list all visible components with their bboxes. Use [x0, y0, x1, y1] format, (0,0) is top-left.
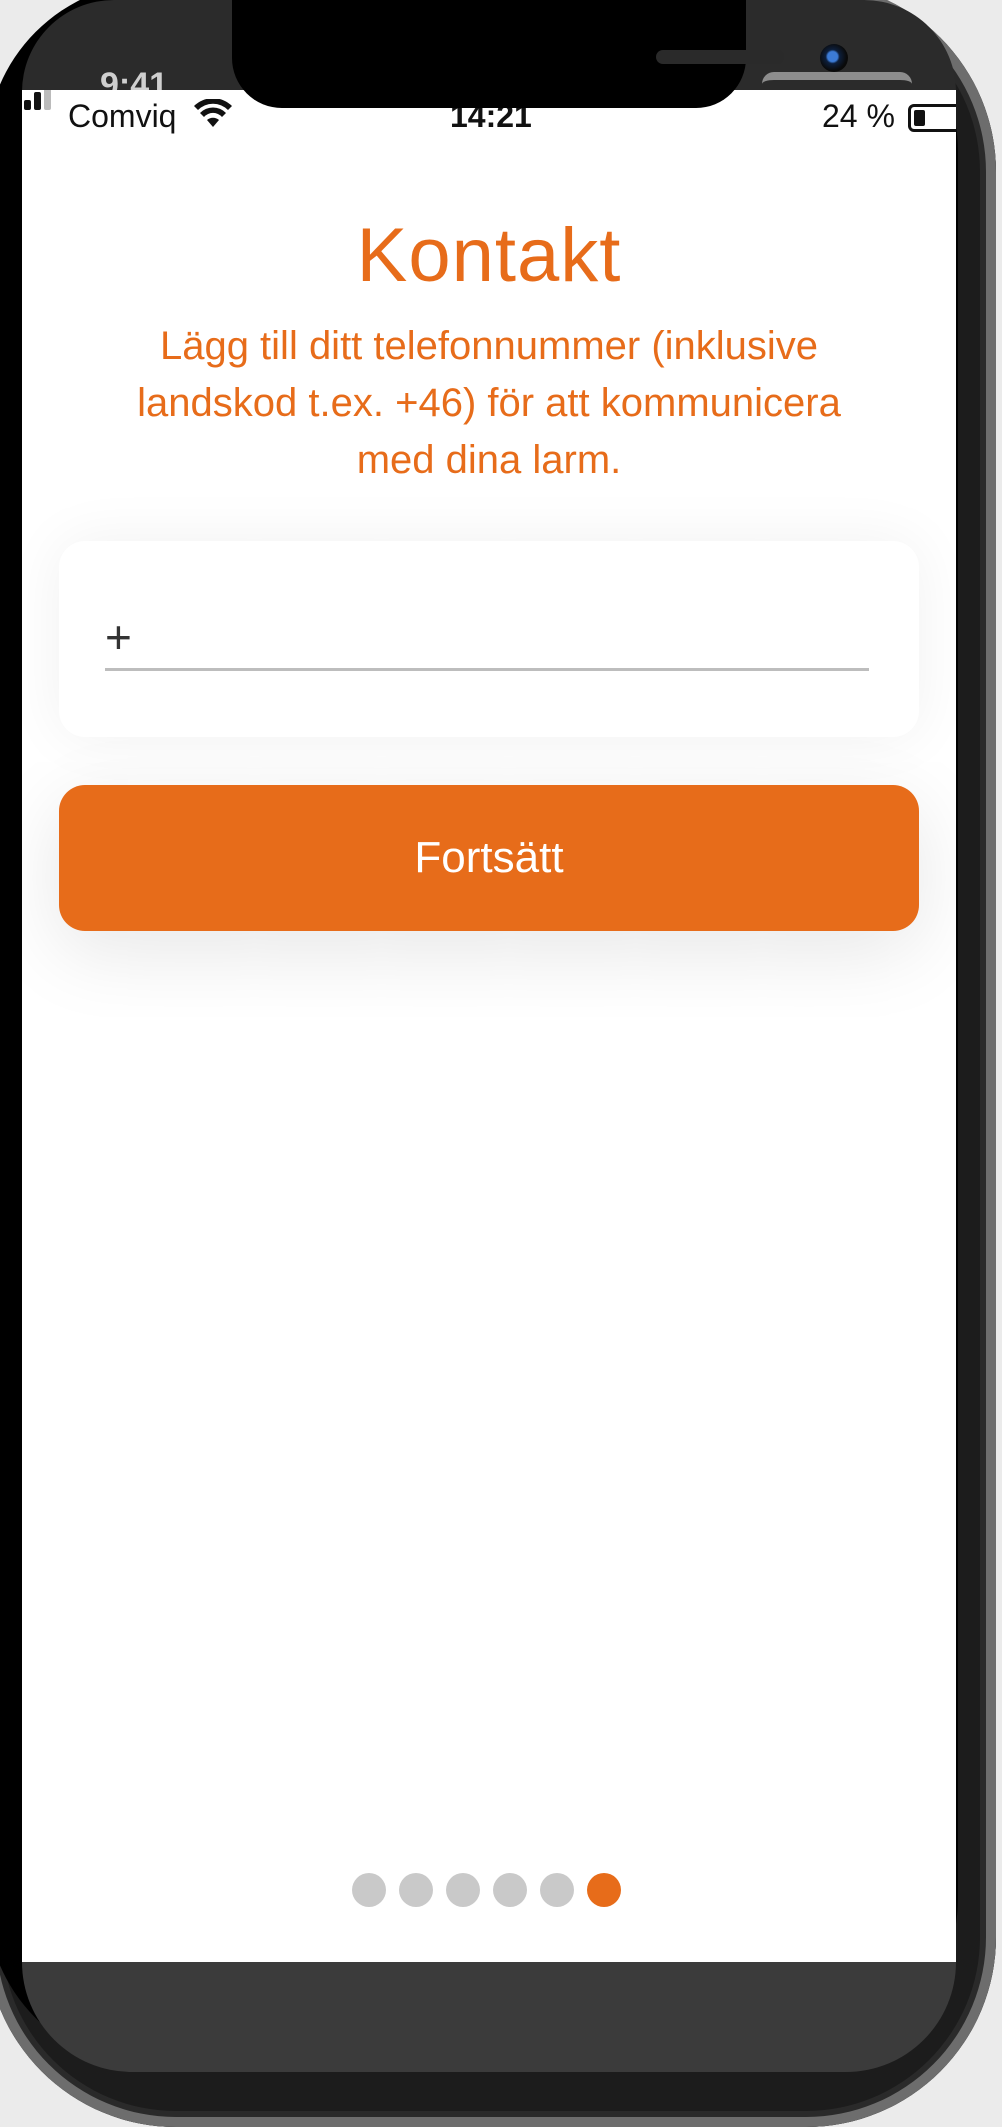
continue-button[interactable]: Fortsätt [59, 785, 919, 931]
app-screen: Comviq 14:21 24 % Kontakt Lägg till ditt… [22, 90, 956, 1962]
page-dot [493, 1873, 527, 1907]
page-dot-active [587, 1873, 621, 1907]
battery-fill [914, 110, 925, 126]
phone-input-card [59, 541, 919, 737]
phone-number-input[interactable] [105, 605, 869, 671]
page-title: Kontakt [356, 213, 622, 298]
bottom-bar [22, 1962, 956, 2072]
page-dot [540, 1873, 574, 1907]
wifi-icon [194, 96, 232, 138]
page-subtitle: Lägg till ditt telefonnummer (inklusive … [137, 324, 841, 482]
carrier-name: Comviq [68, 98, 177, 134]
battery-percent: 24 % [822, 98, 895, 134]
page-dot [446, 1873, 480, 1907]
front-camera [820, 44, 848, 72]
page-dot [352, 1873, 386, 1907]
speaker-grille [656, 50, 784, 64]
battery-icon [908, 104, 956, 132]
page-dot [399, 1873, 433, 1907]
page-indicator [352, 1873, 621, 1907]
notch [232, 0, 848, 108]
